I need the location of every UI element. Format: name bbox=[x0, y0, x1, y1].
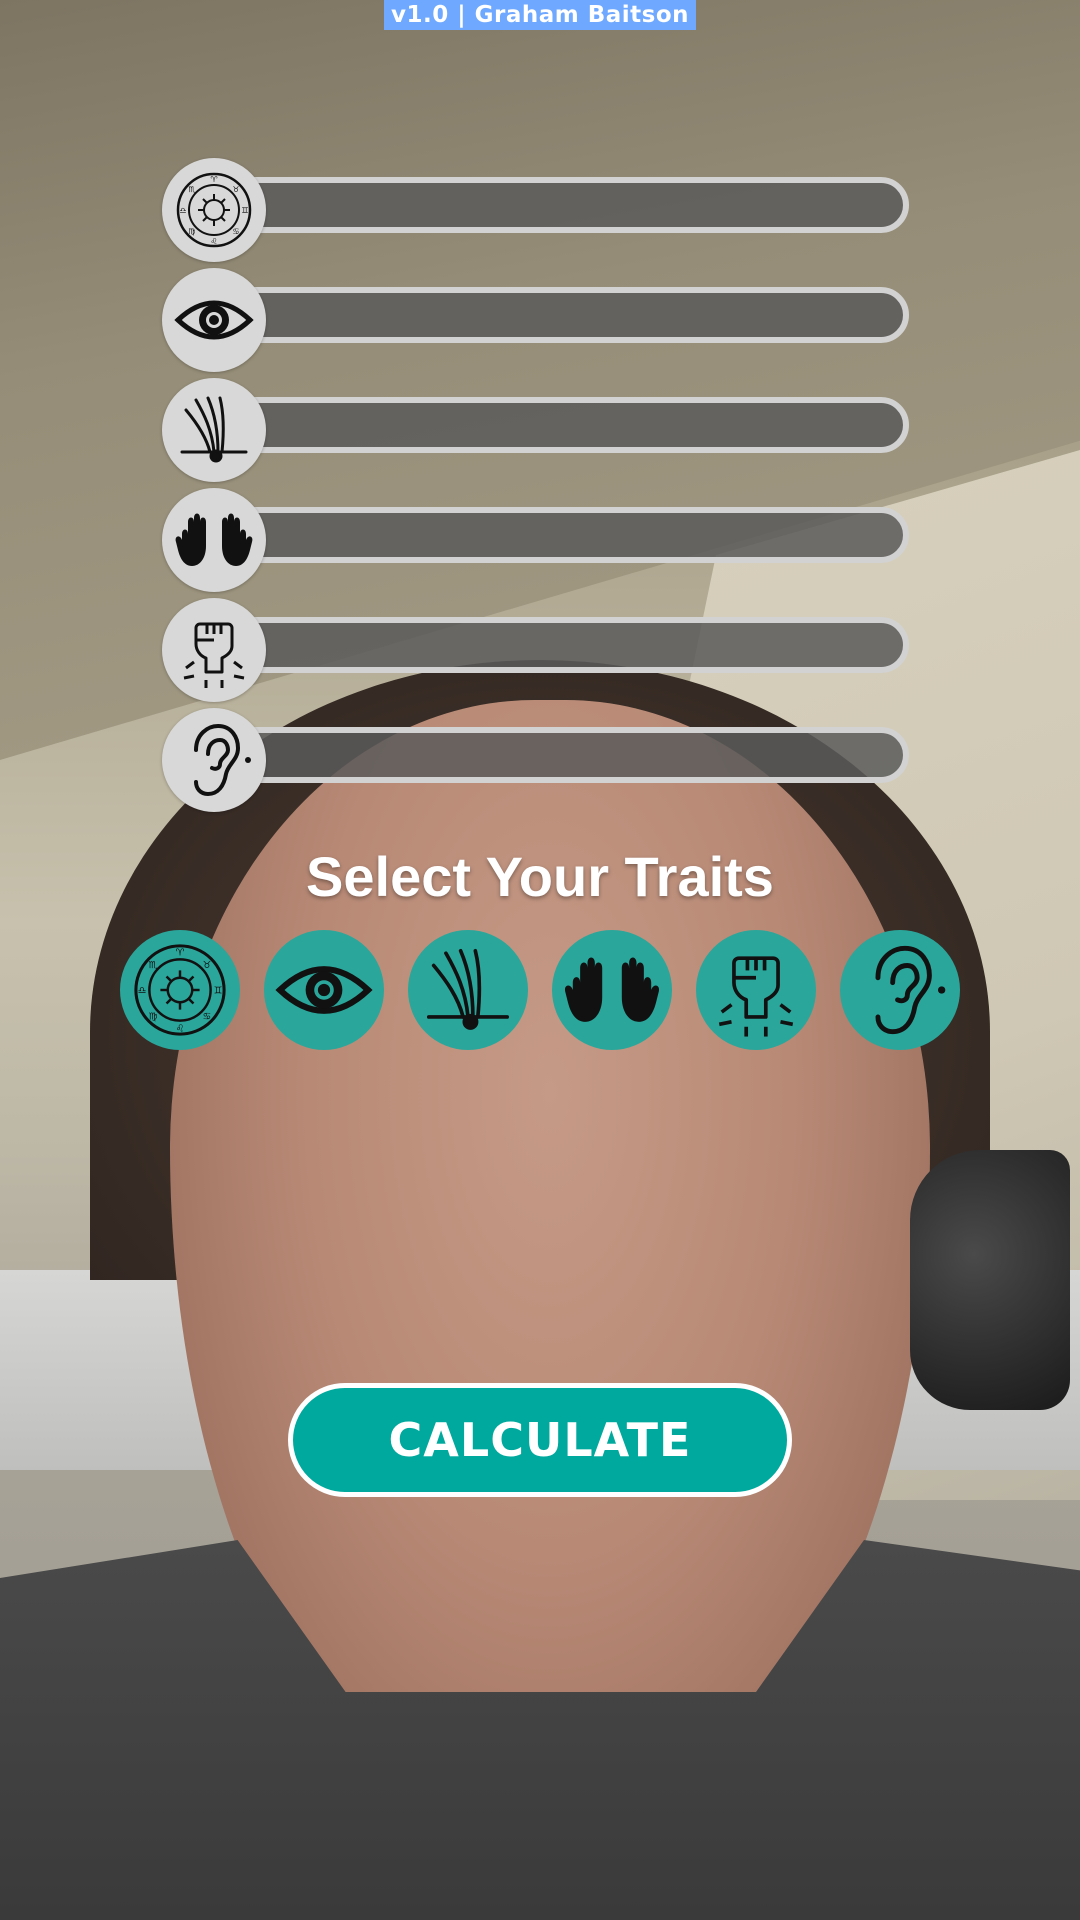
svg-text:♍: ♍ bbox=[149, 1011, 158, 1022]
svg-text:♋: ♋ bbox=[232, 227, 239, 236]
svg-text:♌: ♌ bbox=[176, 1024, 185, 1035]
svg-text:♏: ♏ bbox=[188, 185, 196, 194]
trait-bar-hair bbox=[162, 378, 920, 482]
bar-track bbox=[228, 507, 909, 563]
trait-button-ear[interactable] bbox=[840, 930, 960, 1050]
eye-icon bbox=[275, 966, 373, 1014]
trait-button-strength[interactable] bbox=[696, 930, 816, 1050]
zodiac-wheel-icon: ♈ ♉ ♊ ♋ ♌ ♍ ♎ ♏ bbox=[162, 158, 266, 262]
svg-text:♎: ♎ bbox=[138, 986, 147, 997]
svg-text:♉: ♉ bbox=[232, 185, 239, 194]
trait-button-hair[interactable] bbox=[408, 930, 528, 1050]
svg-text:♈: ♈ bbox=[176, 948, 185, 959]
hair-follicle-icon bbox=[162, 378, 266, 482]
ear-icon bbox=[162, 708, 266, 812]
lamp bbox=[910, 1150, 1070, 1410]
select-traits-title: Select Your Traits bbox=[306, 845, 774, 908]
zodiac-wheel-icon: ♈ ♉ ♊ ♋ ♌ ♍ ♎ ♏ bbox=[134, 944, 226, 1036]
trait-button-eye[interactable] bbox=[264, 930, 384, 1050]
svg-text:♊: ♊ bbox=[241, 206, 248, 215]
hands-icon bbox=[162, 488, 266, 592]
svg-text:♉: ♉ bbox=[203, 960, 212, 971]
trait-bar-eye bbox=[162, 268, 920, 372]
svg-text:♌: ♌ bbox=[210, 237, 217, 246]
svg-text:♈: ♈ bbox=[210, 175, 217, 184]
trait-bar-astrology: ♈ ♉ ♊ ♋ ♌ ♍ ♎ ♏ bbox=[162, 158, 920, 262]
eye-icon bbox=[162, 268, 266, 372]
trait-bar-strength bbox=[162, 598, 920, 702]
hair-follicle-icon bbox=[426, 948, 510, 1030]
svg-text:♏: ♏ bbox=[149, 960, 158, 971]
trait-bar-hands bbox=[162, 488, 920, 592]
bar-track bbox=[228, 397, 909, 453]
raised-fist-icon bbox=[718, 956, 794, 1037]
trait-bar-ear bbox=[162, 708, 920, 812]
bar-track bbox=[228, 177, 909, 233]
trait-button-hands[interactable] bbox=[552, 930, 672, 1050]
svg-text:♍: ♍ bbox=[188, 227, 195, 236]
bar-track bbox=[228, 287, 909, 343]
svg-text:♊: ♊ bbox=[214, 986, 223, 997]
bar-track bbox=[228, 727, 909, 783]
svg-text:♋: ♋ bbox=[203, 1011, 212, 1022]
trait-button-astrology[interactable]: ♈ ♉ ♊ ♋ ♌ ♍ ♎ ♏ bbox=[120, 930, 240, 1050]
version-banner: v1.0 | Graham Baitson bbox=[384, 0, 696, 30]
ear-icon bbox=[875, 945, 946, 1035]
bar-track bbox=[228, 617, 909, 673]
calculate-button[interactable]: CALCULATE bbox=[288, 1383, 792, 1497]
hands-icon bbox=[564, 957, 660, 1022]
raised-fist-icon bbox=[162, 598, 266, 702]
svg-text:♎: ♎ bbox=[179, 206, 186, 215]
